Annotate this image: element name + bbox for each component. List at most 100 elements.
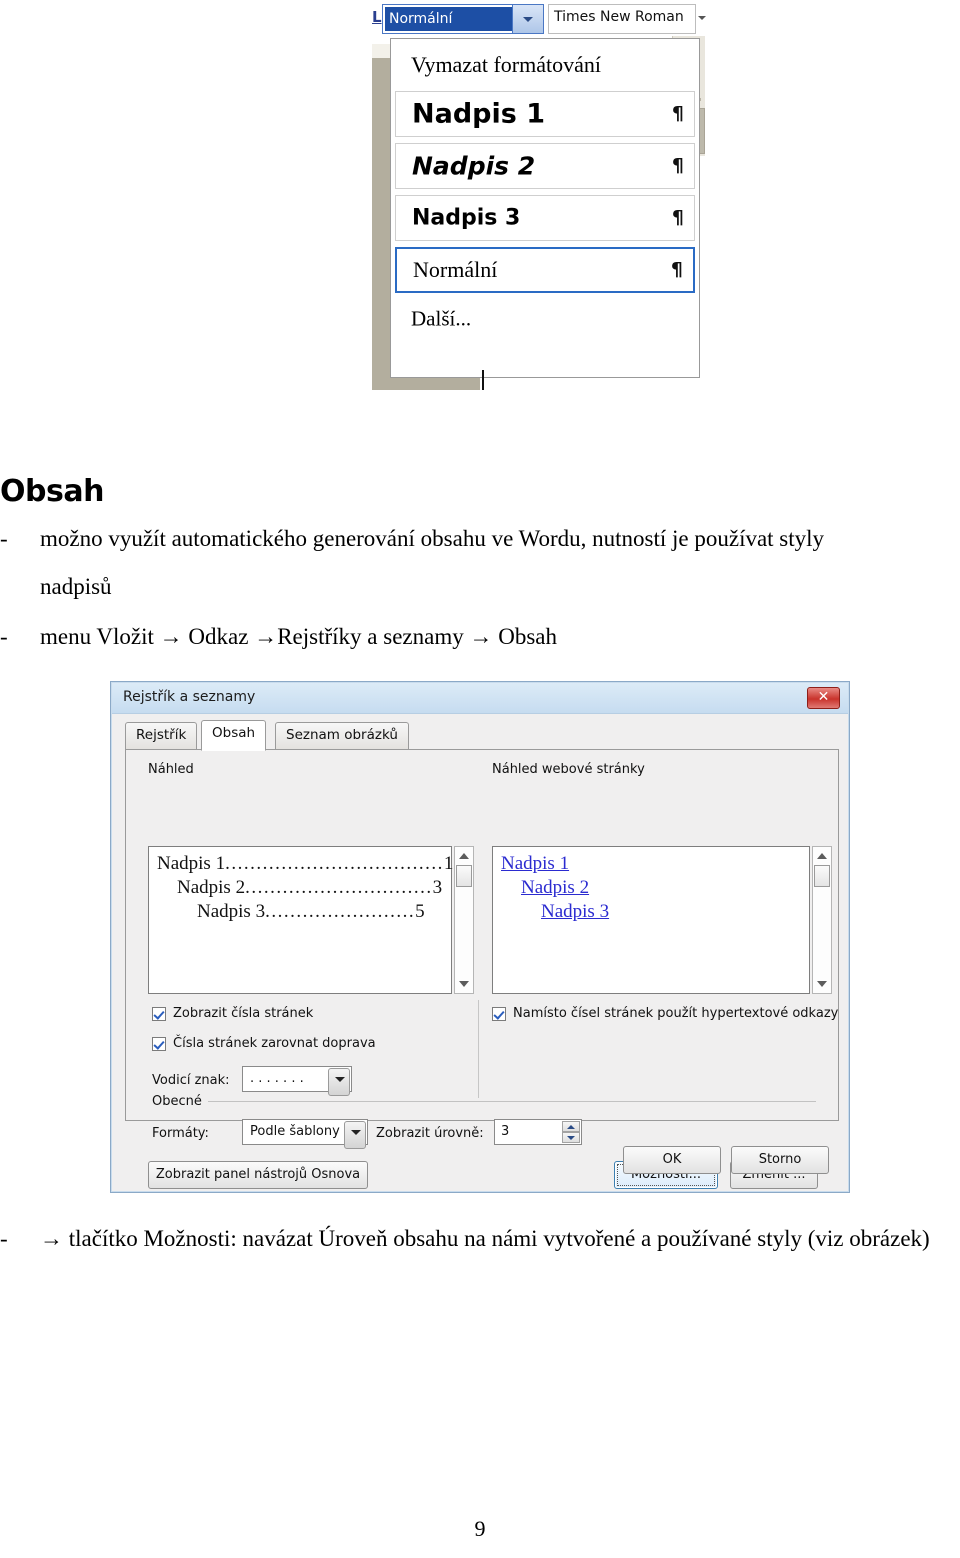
bullet-marker: - [0,1226,8,1251]
stepper-down-button[interactable] [562,1132,580,1143]
scroll-up-arrow-icon[interactable] [817,853,827,859]
web-preview-link[interactable]: Nadpis 2 [521,877,589,899]
stepper-up-button[interactable] [562,1121,580,1132]
preview-entry-page: 1 [443,853,454,874]
preview-entry-page: 3 [432,877,443,898]
preview-entry-page: 5 [415,901,425,922]
style-list-item-more[interactable]: Další... [395,299,695,339]
style-combo-input[interactable]: Normální [382,4,532,34]
pilcrow-icon: ¶ [671,206,684,229]
checkbox-icon[interactable] [152,1007,166,1021]
style-item-label: Normální [413,257,498,282]
preview-label: Náhled [148,762,194,777]
show-levels-label: Zobrazit úrovně: [376,1126,484,1141]
formats-label: Formáty: [152,1126,209,1141]
tab-obsah[interactable]: Obsah [201,720,267,751]
tab-label: Rejstřík [136,727,187,743]
web-preview-link[interactable]: Nadpis 1 [501,853,569,875]
leader-char-label: Vodicí znak: [152,1073,230,1088]
general-group-label: Obecné [148,1094,206,1109]
preview-leader-dots: ........................ [265,901,416,922]
underline-icon[interactable]: L [372,8,382,26]
tab-panel-obsah: Náhled Náhled webové stránky Nadpis 1...… [125,749,839,1189]
formats-dropdown-button[interactable] [344,1121,366,1149]
toolbar-background-bottom [372,378,480,390]
preview-leader-dots: .............................. [245,877,433,898]
style-list-item-normal-selected[interactable]: Normální ¶ [395,247,695,293]
preview-entry-text: Nadpis 1 [157,853,226,874]
font-name-value: Times New Roman [554,9,684,25]
bullet-line-2: obrázek) [849,1226,930,1251]
leader-char-dropdown-button[interactable] [328,1068,350,1096]
web-preview-box: Nadpis 1 Nadpis 2 Nadpis 3 [492,846,810,994]
close-button[interactable]: ✕ [807,687,840,709]
bullet-marker: - [0,624,8,649]
scrollbar-thumb[interactable] [456,865,472,887]
leader-char-combo[interactable]: . . . . . . . [242,1066,352,1096]
checkbox-icon[interactable] [152,1037,166,1051]
bullet-line-2: nadpisů [40,574,112,599]
print-preview-box: Nadpis 1................................… [148,846,453,994]
close-icon: ✕ [817,689,830,705]
show-levels-stepper[interactable]: 3 [494,1119,582,1145]
general-group-divider [208,1101,816,1102]
tab-rejstrik[interactable]: Rejstřík [125,722,198,750]
leader-char-value: . . . . . . . [250,1071,304,1086]
scroll-down-arrow-icon[interactable] [459,981,469,987]
preview-entry-text: Nadpis 3 [197,901,266,922]
dialog-titlebar[interactable]: Rejstřík a seznamy ✕ [112,683,848,714]
checkbox-label: Čísla stránek zarovnat doprava [173,1036,376,1051]
formatting-toolbar-row: L Normální Times New Roman [372,0,706,40]
font-name-combo[interactable]: Times New Roman [548,4,696,34]
column-divider [478,1000,479,1098]
preview-entry-row: Nadpis 3........................5 [197,901,425,923]
scroll-down-arrow-icon[interactable] [817,981,827,987]
text-caret [482,370,484,390]
index-and-tables-dialog: Rejstřík a seznamy ✕ Rejstřík Obsah Sezn… [110,681,850,1193]
bullet-text: možno využít automatického generování ob… [40,515,960,611]
scroll-up-arrow-icon[interactable] [459,853,469,859]
show-outline-toolbar-button[interactable]: Zobrazit panel nástrojů Osnova [148,1161,368,1189]
pilcrow-icon: ¶ [671,154,684,177]
chevron-up-icon [567,1125,575,1129]
cancel-button[interactable]: Storno [731,1146,829,1174]
formats-value: Podle šablony [250,1124,340,1139]
scrollbar-thumb[interactable] [814,865,830,887]
formats-combo[interactable]: Podle šablony [242,1119,368,1149]
web-preview-scrollbar[interactable] [812,846,832,994]
bullet-text: menu Vložit → Odkaz →Rejstříky a seznamy… [40,624,557,649]
bullet-text: → tlačítko Možnosti: navázat Úroveň obsa… [40,1215,960,1263]
style-list-item-heading-2[interactable]: Nadpis 2 ¶ [395,143,695,189]
ok-button[interactable]: OK [623,1146,721,1174]
show-levels-value: 3 [501,1124,510,1139]
style-item-label: Nadpis 2 [412,151,536,181]
bullet-marker: - [0,526,8,551]
style-list-item-heading-1[interactable]: Nadpis 1 ¶ [395,91,695,137]
style-combo-dropdown-button[interactable] [512,4,544,34]
chevron-down-icon [567,1136,575,1140]
dialog-title: Rejstřík a seznamy [123,689,256,705]
pilcrow-icon: ¶ [670,258,683,281]
dialog-tabstrip: Rejstřík Obsah Seznam obrázků [125,720,839,751]
checkbox-label: Zobrazit čísla stránek [173,1006,314,1021]
preview-entry-text: Nadpis 2 [177,877,246,898]
pilcrow-icon: ¶ [671,102,684,125]
style-item-label: Nadpis 1 [412,98,545,130]
style-list-item-clear-formatting[interactable]: Vymazat formátování [395,45,695,85]
style-dropdown-screenshot: ✂ L Normální Times New Roman Vymazat for… [372,0,706,390]
preview-entry-row: Nadpis 2..............................3 [177,877,442,899]
tab-seznam-obrazku[interactable]: Seznam obrázků [275,722,409,750]
font-chevron-down-icon[interactable] [698,16,706,20]
page-heading: Obsah [0,474,104,509]
print-preview-scrollbar[interactable] [454,846,474,994]
checkbox-icon[interactable] [492,1007,506,1021]
style-list-item-heading-3[interactable]: Nadpis 3 ¶ [395,195,695,241]
style-combo-selected-value: Normální [385,7,529,31]
bullet-line-1: možno využít automatického generování ob… [40,526,825,551]
chevron-down-icon [351,1130,361,1135]
tab-label: Seznam obrázků [286,727,398,743]
style-dropdown-list[interactable]: Vymazat formátování Nadpis 1 ¶ Nadpis 2 … [390,38,700,378]
preview-entry-row: Nadpis 1................................… [157,853,453,875]
web-preview-link[interactable]: Nadpis 3 [541,901,609,923]
bullet-line-1: → tlačítko Možnosti: navázat Úroveň obsa… [40,1226,844,1251]
